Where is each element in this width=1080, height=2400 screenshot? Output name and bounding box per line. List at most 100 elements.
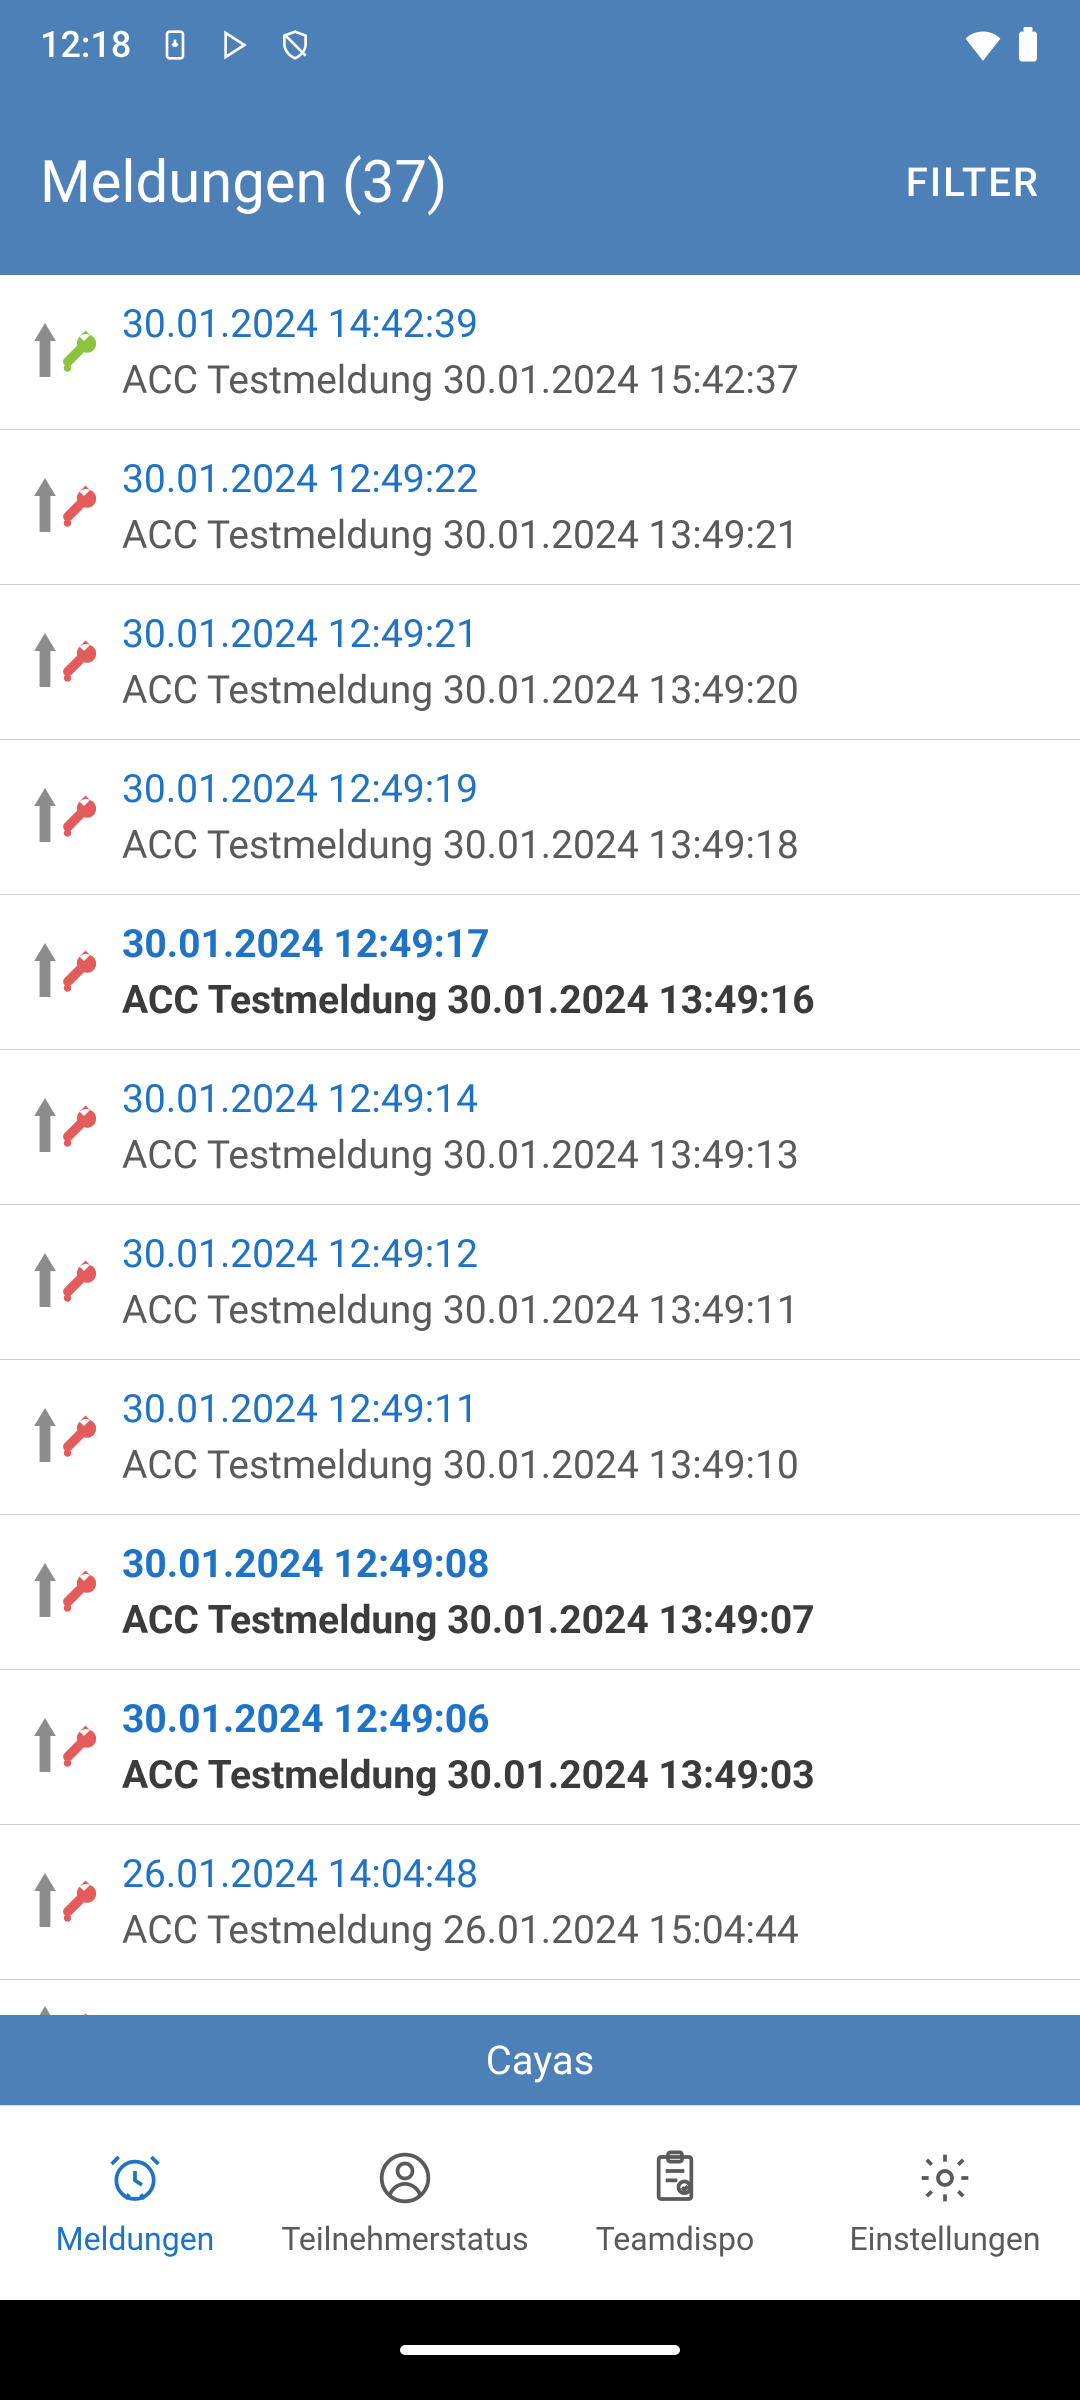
arrow-up-icon: [30, 943, 60, 1001]
arrow-up-icon: [30, 788, 60, 846]
list-item[interactable]: 30.01.2024 12:49:14 ACC Testmeldung 30.01…: [0, 1050, 1080, 1205]
row-text: 30.01.2024 12:49:06 ACC Testmeldung 30.01…: [122, 1696, 1052, 1798]
row-description: ACC Testmeldung 30.01.2024 13:49:20: [122, 667, 1052, 713]
row-timestamp: 30.01.2024 12:49:22: [122, 456, 1052, 502]
battery-icon: [1016, 27, 1040, 63]
row-timestamp: 30.01.2024 12:49:06: [122, 1696, 1052, 1742]
nav-item-meldungen[interactable]: Meldungen: [0, 2106, 270, 2300]
row-text: 30.01.2024 12:49:22 ACC Testmeldung 30.01…: [122, 456, 1052, 558]
list-item[interactable]: 30.01.2024 12:49:08 ACC Testmeldung 30.01…: [0, 1515, 1080, 1670]
wrench-icon: [60, 323, 96, 381]
alarm-clock-icon: [107, 2148, 163, 2208]
row-description: ACC Testmeldung 30.01.2024 13:49:07: [122, 1597, 1052, 1643]
row-timestamp: 26.01.2024 14:04:48: [122, 1851, 1052, 1897]
row-icons: [30, 943, 96, 1001]
arrow-up-icon: [30, 478, 60, 536]
status-left: 12:18: [40, 24, 311, 66]
row-text: 26.01.2024 14:04:48ACC Testmeldung 26.01…: [122, 1851, 1052, 1953]
list-item[interactable]: 30.01.2024 12:49:11ACC Testmeldung 30.01…: [0, 1360, 1080, 1515]
row-text: 30.01.2024 12:49:08 ACC Testmeldung 30.01…: [122, 1541, 1052, 1643]
row-timestamp: 30.01.2024 12:49:14: [122, 1076, 1052, 1122]
wrench-icon: [60, 1563, 96, 1621]
row-timestamp: 30.01.2024 12:49:08: [122, 1541, 1052, 1587]
nav-item-einstellungen[interactable]: Einstellungen: [810, 2106, 1080, 2300]
row-icons: [30, 1408, 96, 1466]
row-text: 30.01.2024 12:49:17 ACC Testmeldung 30.01…: [122, 921, 1052, 1023]
app-bar: Meldungen (37) FILTER: [0, 90, 1080, 275]
gesture-pill[interactable]: [400, 2345, 680, 2355]
row-text: 30.01.2024 12:49:12 ACC Testmeldung 30.01…: [122, 1231, 1052, 1333]
row-description: ACC Testmeldung 30.01.2024 13:49:03: [122, 1752, 1052, 1798]
row-icons: [30, 2006, 96, 2015]
notification-list[interactable]: 30.01.2024 14:42:39 ACC Testmeldung 30.01…: [0, 275, 1080, 2015]
row-text: 30.01.2024 12:49:19 ACC Testmeldung 30.01…: [122, 766, 1052, 868]
list-item[interactable]: 30.01.2024 14:42:39 ACC Testmeldung 30.01…: [0, 275, 1080, 430]
wrench-icon: [60, 1253, 96, 1311]
list-item[interactable]: 30.01.2024 12:49:12 ACC Testmeldung 30.01…: [0, 1205, 1080, 1360]
row-icons: [30, 788, 96, 846]
row-icons: [30, 1873, 96, 1931]
row-description: ACC Testmeldung 30.01.2024 13:49:13: [122, 1132, 1052, 1178]
row-icons: [30, 1098, 96, 1156]
status-right: [964, 27, 1040, 63]
row-description: ACC Testmeldung 30.01.2024 13:49:11: [122, 1287, 1052, 1333]
download-icon: [159, 29, 191, 61]
row-timestamp: 30.01.2024 12:49:12: [122, 1231, 1052, 1277]
arrow-up-icon: [30, 1253, 60, 1311]
page-title: Meldungen (37): [40, 149, 447, 217]
list-item[interactable]: 30.01.2024 12:49:19 ACC Testmeldung 30.01…: [0, 740, 1080, 895]
list-item[interactable]: 30.01.2024 12:49:17 ACC Testmeldung 30.01…: [0, 895, 1080, 1050]
arrow-up-icon: [30, 633, 60, 691]
list-item[interactable]: 30.01.2024 12:49:22 ACC Testmeldung 30.01…: [0, 430, 1080, 585]
wrench-icon: [60, 478, 96, 536]
status-time: 12:18: [40, 24, 131, 66]
row-description: ACC Testmeldung 30.01.2024 13:49:18: [122, 822, 1052, 868]
filter-button[interactable]: FILTER: [906, 159, 1040, 206]
row-icons: [30, 1253, 96, 1311]
list-item[interactable]: 26.01.2024 14:04:48ACC Testmeldung 26.01…: [0, 1825, 1080, 1980]
row-icons: [30, 1718, 96, 1776]
arrow-up-icon: [30, 2006, 60, 2015]
row-timestamp: 30.01.2024 12:49:21: [122, 611, 1052, 657]
wrench-icon: [60, 633, 96, 691]
list-item[interactable]: 30.01.2024 12:49:06 ACC Testmeldung 30.01…: [0, 1670, 1080, 1825]
row-text: 30.01.2024 12:49:11ACC Testmeldung 30.01…: [122, 1386, 1052, 1488]
arrow-up-icon: [30, 323, 60, 381]
nav-item-teamdispo[interactable]: Teamdispo: [540, 2106, 810, 2300]
arrow-up-icon: [30, 1563, 60, 1621]
arrow-up-icon: [30, 1098, 60, 1156]
row-icons: [30, 1563, 96, 1621]
row-description: ACC Testmeldung 30.01.2024 13:49:21: [122, 512, 1052, 558]
row-timestamp: 30.01.2024 12:49:19: [122, 766, 1052, 812]
row-text: 30.01.2024 14:42:39 ACC Testmeldung 30.01…: [122, 301, 1052, 403]
arrow-up-icon: [30, 1873, 60, 1931]
row-icons: [30, 323, 96, 381]
wrench-icon: [60, 1098, 96, 1156]
gesture-bar: [0, 2300, 1080, 2400]
status-bar: 12:18: [0, 0, 1080, 90]
wrench-icon: [60, 788, 96, 846]
row-timestamp: 30.01.2024 14:42:39: [122, 301, 1052, 347]
user-circle-icon: [377, 2148, 433, 2208]
row-description: ACC Testmeldung 30.01.2024 13:49:10: [122, 1442, 1052, 1488]
nav-label: Teilnehmerstatus: [281, 2220, 528, 2258]
wrench-icon: [60, 943, 96, 1001]
clipboard-icon: [647, 2148, 703, 2208]
row-description: ACC Testmeldung 30.01.2024 13:49:16: [122, 977, 1052, 1023]
footer-brand: Cayas: [0, 2015, 1080, 2105]
nav-label: Teamdispo: [596, 2220, 755, 2258]
nav-item-teilnehmerstatus[interactable]: Teilnehmerstatus: [270, 2106, 540, 2300]
list-item[interactable]: 26.01.2024 08:26:46: [0, 1980, 1080, 2015]
shield-off-icon: [279, 29, 311, 61]
row-text: 30.01.2024 12:49:14 ACC Testmeldung 30.01…: [122, 1076, 1052, 1178]
arrow-up-icon: [30, 1718, 60, 1776]
wrench-icon: [60, 1718, 96, 1776]
wrench-icon: [60, 2006, 96, 2015]
row-description: ACC Testmeldung 30.01.2024 15:42:37: [122, 357, 1052, 403]
row-text: 30.01.2024 12:49:21 ACC Testmeldung 30.01…: [122, 611, 1052, 713]
gear-icon: [917, 2148, 973, 2208]
bottom-nav: Meldungen Teilnehmerstatus Teamdispo Einste…: [0, 2105, 1080, 2300]
list-item[interactable]: 30.01.2024 12:49:21 ACC Testmeldung 30.01…: [0, 585, 1080, 740]
row-timestamp: 30.01.2024 12:49:17: [122, 921, 1052, 967]
row-icons: [30, 633, 96, 691]
